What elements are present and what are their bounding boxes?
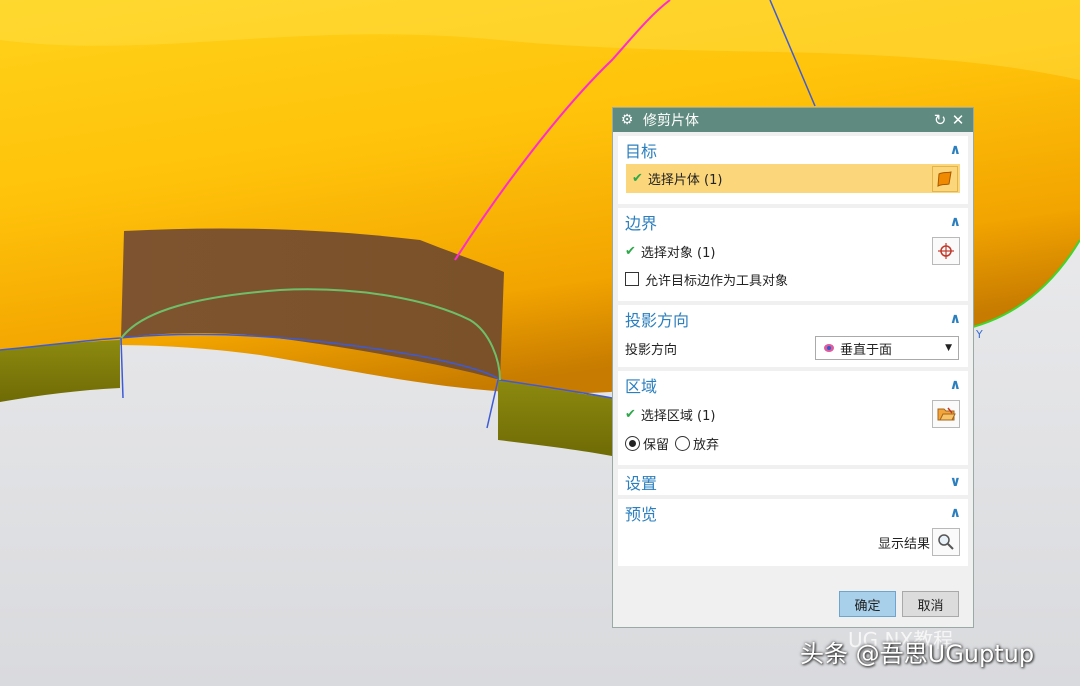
allow-target-edge-checkbox[interactable]: [625, 272, 639, 286]
show-result-label: 显示结果: [877, 536, 930, 552]
select-sheet-button[interactable]: [932, 165, 958, 192]
trim-sheet-dialog: ⚙ 修剪片体 ↻ ✕ 目标 ∧ ✔ 选择片体 (1) 边界 ∧ ✔ 选择对象 (…: [612, 107, 974, 628]
normal-to-face-icon: [824, 344, 834, 352]
keep-discard-row: 保留 放弃: [618, 429, 968, 457]
chevron-up-icon[interactable]: ∧: [950, 377, 961, 393]
select-region-row[interactable]: ✔ 选择区域 (1): [618, 399, 968, 429]
reset-icon[interactable]: ↻: [931, 111, 949, 129]
ok-button[interactable]: 确定: [839, 591, 896, 617]
dialog-footer: 确定 取消: [839, 591, 959, 617]
section-settings-header[interactable]: 设置 ∨: [618, 469, 968, 495]
axis-y-label: Y: [976, 328, 983, 341]
chevron-up-icon[interactable]: ∧: [950, 142, 961, 158]
discard-label: 放弃: [693, 437, 720, 453]
show-result-row: 显示结果: [618, 527, 968, 557]
allow-target-edge-row[interactable]: 允许目标边作为工具对象: [618, 266, 968, 292]
sheet-body-icon: [937, 170, 952, 187]
chevron-up-icon[interactable]: ∧: [950, 505, 961, 521]
check-icon: ✔: [625, 406, 636, 422]
chevron-down-icon: ▼: [945, 343, 952, 353]
section-preview-title: 预览: [625, 505, 658, 524]
select-sheet-label: 选择片体 (1): [647, 173, 723, 188]
projection-direction-row: 投影方向 垂直于面 ▼: [618, 333, 968, 363]
section-region: 区域 ∧ ✔ 选择区域 (1) 保留 放弃: [618, 371, 968, 465]
show-result-button[interactable]: [932, 528, 960, 556]
keep-radio[interactable]: [625, 435, 640, 451]
section-projection-header[interactable]: 投影方向 ∧: [618, 305, 968, 333]
projection-direction-label: 投影方向: [625, 342, 678, 358]
region-folder-icon: [937, 407, 956, 421]
projection-direction-value: 垂直于面: [840, 342, 893, 358]
section-region-title: 区域: [625, 377, 658, 396]
select-object-label: 选择对象 (1): [640, 245, 716, 261]
projection-direction-dropdown[interactable]: 垂直于面 ▼: [815, 336, 959, 360]
section-boundary: 边界 ∧ ✔ 选择对象 (1) 允许目标边作为工具对象: [618, 208, 968, 301]
chevron-up-icon[interactable]: ∧: [950, 311, 961, 327]
section-settings: 设置 ∨: [618, 469, 968, 495]
section-target-title: 目标: [625, 142, 658, 161]
section-region-header[interactable]: 区域 ∧: [618, 371, 968, 399]
section-projection: 投影方向 ∧ 投影方向 垂直于面 ▼: [618, 305, 968, 367]
watermark-text: 头条 @吾思UGuptup: [800, 640, 1035, 668]
dialog-titlebar[interactable]: ⚙ 修剪片体 ↻ ✕: [613, 108, 973, 132]
section-preview: 预览 ∧ 显示结果: [618, 499, 968, 566]
chevron-up-icon[interactable]: ∧: [950, 214, 961, 230]
section-preview-header[interactable]: 预览 ∧: [618, 499, 968, 527]
select-object-row[interactable]: ✔ 选择对象 (1): [618, 236, 968, 266]
select-object-button[interactable]: [932, 237, 960, 265]
keep-label: 保留: [643, 437, 670, 453]
check-icon: ✔: [632, 171, 643, 186]
close-icon[interactable]: ✕: [949, 111, 967, 129]
section-boundary-header[interactable]: 边界 ∧: [618, 208, 968, 236]
chevron-down-icon[interactable]: ∨: [950, 474, 961, 490]
discard-radio[interactable]: [675, 435, 691, 451]
section-boundary-title: 边界: [625, 214, 658, 233]
select-sheet-row[interactable]: ✔ 选择片体 (1): [626, 164, 960, 193]
crosshair-icon: [938, 243, 954, 259]
select-region-label: 选择区域 (1): [640, 408, 716, 424]
section-target-header[interactable]: 目标 ∧: [618, 136, 968, 164]
check-icon: ✔: [625, 243, 636, 259]
cancel-button[interactable]: 取消: [902, 591, 959, 617]
gear-icon[interactable]: ⚙: [619, 112, 635, 128]
select-region-button[interactable]: [932, 400, 960, 428]
section-projection-title: 投影方向: [625, 311, 690, 330]
section-settings-title: 设置: [625, 474, 658, 493]
dialog-title: 修剪片体: [643, 113, 699, 129]
magnifier-icon: [938, 534, 954, 550]
section-target: 目标 ∧ ✔ 选择片体 (1): [618, 136, 968, 204]
allow-target-edge-label: 允许目标边作为工具对象: [645, 273, 789, 289]
